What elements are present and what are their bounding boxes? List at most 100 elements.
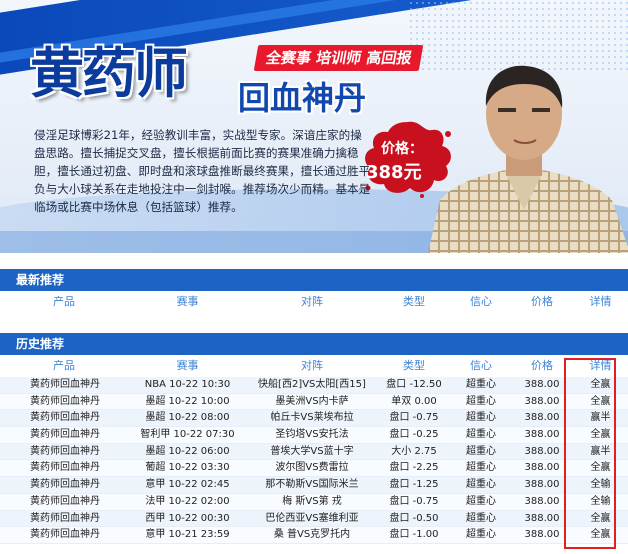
cell-price: 388.00	[524, 445, 560, 457]
cell-type: 单双 0.00	[391, 395, 437, 407]
price-label: 价格：	[381, 141, 423, 157]
cell-event: 法甲 10-22 02:00	[145, 495, 230, 507]
section-latest-heading: 最新推荐	[0, 269, 628, 291]
cell-type: 盘口 -0.75	[389, 412, 439, 424]
col-type: 类型	[403, 295, 425, 308]
cell-match: 快船[西2]VS太阳[西15]	[258, 379, 366, 390]
cell-confidence: 超重心	[466, 445, 496, 457]
cell-type: 盘口 -1.25	[389, 479, 439, 491]
cell-match: 巴伦西亚VS塞维利亚	[265, 512, 359, 524]
table-row[interactable]: 黄药师回血神丹 法甲 10-22 02:00 梅 斯VS第 戎 盘口 -0.75…	[0, 493, 628, 511]
col-type: 类型	[403, 359, 425, 372]
cell-product: 黄药师回血神丹	[30, 495, 100, 507]
cell-detail[interactable]: 全赢	[573, 377, 628, 393]
cell-product: 黄药师回血神丹	[30, 445, 100, 457]
table-row[interactable]: 黄药师回血神丹 意甲 10-21 23:59 桑 普VS克罗托内 盘口 -1.0…	[0, 527, 628, 544]
cell-detail[interactable]: 全赢	[573, 427, 628, 443]
cell-product: 黄药师回血神丹	[30, 395, 100, 407]
cell-match: 桑 普VS克罗托内	[273, 529, 351, 541]
col-confidence: 信心	[470, 359, 492, 372]
history-table: 黄药师回血神丹 NBA 10-22 10:30 快船[西2]VS太阳[西15] …	[0, 377, 628, 544]
cell-product: 黄药师回血神丹	[30, 429, 100, 441]
table-row[interactable]: 黄药师回血神丹 墨超 10-22 08:00 帕丘卡VS莱埃布拉 盘口 -0.7…	[0, 410, 628, 428]
cell-price: 388.00	[524, 512, 560, 524]
col-detail: 详情	[589, 295, 612, 308]
cell-match: 那不勒斯VS国际米兰	[265, 479, 359, 491]
cell-price: 388.00	[524, 412, 560, 424]
cell-confidence: 超重心	[466, 412, 496, 424]
col-product: 产品	[53, 295, 75, 308]
cell-product: 黄药师回血神丹	[30, 512, 100, 524]
cell-type: 盘口 -0.50	[389, 512, 439, 524]
col-detail: 详情	[589, 359, 612, 372]
col-event: 赛事	[176, 295, 199, 308]
table-row[interactable]: 黄药师回血神丹 西甲 10-22 00:30 巴伦西亚VS塞维利亚 盘口 -0.…	[0, 510, 628, 528]
cell-event: 葡超 10-22 03:30	[145, 462, 230, 474]
cell-product: 黄药师回血神丹	[30, 379, 100, 390]
table-row[interactable]: 黄药师回血神丹 葡超 10-22 03:30 波尔图VS费雷拉 盘口 -2.25…	[0, 460, 628, 478]
banner-tagline: 全赛事 培训师 高回报	[253, 45, 424, 71]
cell-detail[interactable]: 全赢	[573, 511, 628, 527]
expert-portrait-image	[428, 65, 628, 253]
cell-type: 盘口 -2.25	[389, 462, 439, 474]
table-row[interactable]: 黄药师回血神丹 智利甲 10-22 07:30 圣钧塔VS安托法 盘口 -0.2…	[0, 427, 628, 444]
banner-subtitle: 回血神丹	[238, 79, 367, 117]
cell-detail[interactable]: 全输	[573, 494, 628, 510]
cell-product: 黄药师回血神丹	[30, 412, 100, 424]
cell-detail[interactable]: 全赢	[573, 460, 628, 476]
cell-type: 盘口 -1.00	[389, 529, 439, 541]
cell-price: 388.00	[524, 479, 560, 491]
cell-confidence: 超重心	[466, 429, 496, 441]
expert-description: 侵淫足球博彩21年，经验教训丰富，实战型专家。深谙庄家的操盘思路。擅长捕捉交叉盘…	[34, 128, 371, 214]
section-history-heading: 历史推荐	[0, 333, 628, 355]
cell-event: 墨超 10-22 06:00	[145, 445, 230, 457]
table-row[interactable]: 黄药师回血神丹 意甲 10-22 02:45 那不勒斯VS国际米兰 盘口 -1.…	[0, 477, 628, 494]
cell-event: 意甲 10-22 02:45	[145, 479, 230, 491]
cell-match: 圣钧塔VS安托法	[275, 429, 349, 441]
cell-match: 墨美洲VS内卡萨	[275, 395, 349, 407]
col-match: 对阵	[301, 295, 323, 308]
cell-confidence: 超重心	[466, 395, 496, 407]
cell-detail[interactable]: 全赢	[573, 527, 628, 543]
cell-price: 388.00	[524, 529, 560, 541]
cell-detail[interactable]: 全输	[573, 477, 628, 493]
cell-price: 388.00	[524, 379, 560, 390]
history-column-header: 产品 赛事 对阵 类型 信心 价格 详情	[0, 355, 628, 377]
cell-confidence: 超重心	[466, 462, 496, 474]
banner-title: 黄药师	[30, 42, 188, 105]
cell-event: NBA 10-22 10:30	[144, 379, 231, 390]
cell-detail[interactable]: 全赢	[573, 394, 628, 410]
cell-type: 盘口 -0.75	[389, 495, 439, 507]
cell-confidence: 超重心	[466, 495, 496, 507]
cell-detail[interactable]: 赢半	[573, 410, 628, 426]
latest-column-header: 产品 赛事 对阵 类型 信心 价格 详情	[0, 291, 628, 313]
cell-match: 帕丘卡VS莱埃布拉	[270, 412, 354, 424]
cell-event: 智利甲 10-22 07:30	[140, 429, 235, 441]
table-row[interactable]: 黄药师回血神丹 NBA 10-22 10:30 快船[西2]VS太阳[西15] …	[0, 377, 628, 394]
cell-product: 黄药师回血神丹	[30, 529, 100, 541]
cell-type: 盘口 -0.25	[389, 429, 439, 441]
cell-event: 意甲 10-21 23:59	[145, 529, 230, 541]
col-price: 价格	[531, 359, 553, 372]
cell-product: 黄药师回血神丹	[30, 462, 100, 474]
promo-banner: 全赛事 培训师 高回报 黄药师 回血神丹 价格： 388元 侵淫足球博彩21年，…	[0, 0, 628, 253]
cell-type: 大小 2.75	[391, 445, 437, 457]
cell-price: 388.00	[524, 462, 560, 474]
cell-type: 盘口 -12.50	[386, 379, 442, 390]
cell-detail[interactable]: 赢半	[573, 444, 628, 460]
col-confidence: 信心	[470, 295, 492, 308]
cell-event: 西甲 10-22 00:30	[145, 512, 230, 524]
table-row[interactable]: 黄药师回血神丹 墨超 10-22 06:00 普埃大学VS蓝十字 大小 2.75…	[0, 443, 628, 461]
cell-price: 388.00	[524, 429, 560, 441]
col-product: 产品	[53, 359, 75, 372]
cell-event: 墨超 10-22 08:00	[145, 412, 230, 424]
cell-match: 波尔图VS费雷拉	[275, 462, 349, 474]
table-row[interactable]: 黄药师回血神丹 墨超 10-22 10:00 墨美洲VS内卡萨 单双 0.00 …	[0, 393, 628, 411]
cell-confidence: 超重心	[466, 529, 496, 541]
cell-confidence: 超重心	[466, 512, 496, 524]
cell-price: 388.00	[524, 495, 560, 507]
col-match: 对阵	[301, 359, 323, 372]
cell-confidence: 超重心	[466, 479, 496, 491]
cell-match: 普埃大学VS蓝十字	[270, 445, 354, 457]
cell-product: 黄药师回血神丹	[30, 479, 100, 491]
